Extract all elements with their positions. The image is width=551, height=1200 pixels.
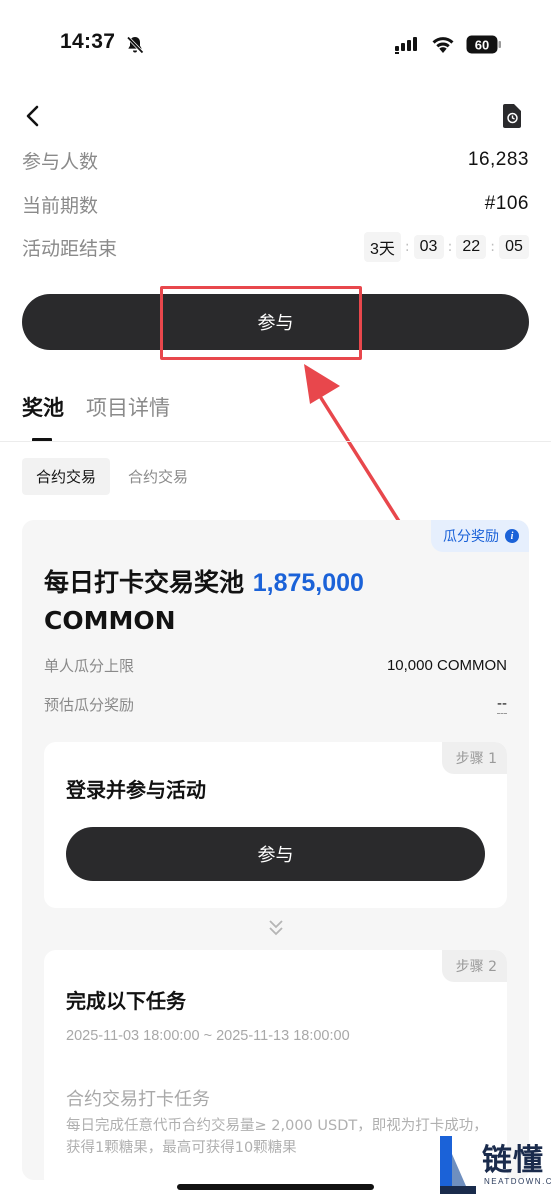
cap-value: 10,000 COMMON — [386, 657, 507, 674]
bell-muted-icon — [126, 36, 144, 54]
watermark-text: 链懂 — [482, 1143, 544, 1178]
countdown-minutes: 22 — [456, 235, 487, 259]
estimate-value[interactable]: -- — [497, 695, 507, 714]
countdown-days: 3天 — [363, 232, 401, 262]
step-1-tag: 步骤 1 — [441, 742, 507, 774]
watermark-subtext: NEATDOWN.COM — [484, 1177, 551, 1186]
participants-label: 参与人数 — [22, 150, 99, 173]
countdown-row: 活动距结束 3天 : 03 : 22 : 05 — [22, 231, 529, 263]
estimate-label: 预估瓜分奖励 — [44, 696, 135, 714]
watermark: 链懂 NEATDOWN.COM — [430, 1130, 551, 1196]
tab-pool[interactable]: 奖池 — [22, 392, 64, 442]
pool-token: COMMON — [44, 606, 176, 635]
history-document-icon[interactable] — [500, 103, 524, 129]
period-row: 当前期数 #106 — [22, 188, 529, 220]
reward-split-label: 瓜分奖励 — [443, 529, 499, 545]
countdown-seconds: 05 — [499, 235, 529, 259]
task-title: 合约交易打卡任务 — [66, 1089, 210, 1110]
reward-pool-card: 瓜分奖励 i 每日打卡交易奖池 1,875,000 COMMON 单人瓜分上限 … — [22, 520, 529, 1180]
participants-value: 16,283 — [467, 149, 529, 170]
task-description: 每日完成任意代币合约交易量≥ 2,000 USDT，即视为打卡成功，获得1颗糖果… — [66, 1118, 488, 1156]
pool-title: 每日打卡交易奖池 1,875,000 COMMON — [44, 564, 484, 640]
tabs-divider — [0, 441, 551, 442]
subtab-bar: 合约交易 合约交易 — [22, 458, 202, 495]
countdown-hours: 03 — [413, 235, 444, 259]
cap-row: 单人瓜分上限 10,000 COMMON — [44, 655, 507, 676]
step-2-tag: 步骤 2 — [441, 950, 507, 982]
back-arrow-icon[interactable] — [22, 102, 46, 130]
tab-project-details[interactable]: 项目详情 — [86, 392, 170, 442]
countdown-separator: : — [404, 239, 410, 255]
wifi-icon — [432, 37, 454, 53]
period-label: 当前期数 — [22, 194, 99, 217]
info-icon[interactable]: i — [505, 529, 519, 543]
reward-split-badge[interactable]: 瓜分奖励 i — [431, 520, 529, 552]
chevron-double-down-icon — [269, 920, 283, 936]
home-indicator — [177, 1184, 374, 1190]
step-1-join-button[interactable]: 参与 — [66, 827, 485, 881]
task-period: 2025-11-03 18:00:00 ~ 2025-11-13 18:00:0… — [66, 1028, 350, 1044]
step-2-title: 完成以下任务 — [66, 989, 186, 1013]
countdown-separator: : — [490, 239, 495, 255]
participants-row: 参与人数 16,283 — [22, 144, 529, 176]
battery-icon: 60 — [466, 35, 501, 54]
step-1-card: 步骤 1 登录并参与活动 参与 — [44, 742, 507, 908]
period-value: #106 — [484, 193, 529, 214]
cellular-signal-icon — [395, 37, 417, 54]
watermark-logo-icon — [440, 1136, 476, 1194]
pool-amount: 1,875,000 — [252, 569, 364, 597]
step-1-title: 登录并参与活动 — [66, 778, 206, 802]
battery-level: 60 — [475, 38, 489, 53]
pool-title-prefix: 每日打卡交易奖池 — [44, 568, 245, 597]
subtab-futures-2[interactable]: 合约交易 — [114, 458, 202, 495]
estimate-row: 预估瓜分奖励 -- — [44, 694, 507, 715]
tab-bar: 奖池 项目详情 — [22, 392, 170, 442]
subtab-futures-1[interactable]: 合约交易 — [22, 458, 111, 495]
countdown-separator: : — [447, 239, 453, 255]
status-time: 14:37 — [60, 30, 116, 53]
join-button[interactable]: 参与 — [22, 294, 529, 350]
cap-label: 单人瓜分上限 — [44, 657, 135, 675]
countdown-label: 活动距结束 — [22, 237, 118, 260]
status-bar: 14:37 60 — [0, 0, 551, 90]
countdown-timer: 3天 : 03 : 22 : 05 — [363, 232, 529, 262]
